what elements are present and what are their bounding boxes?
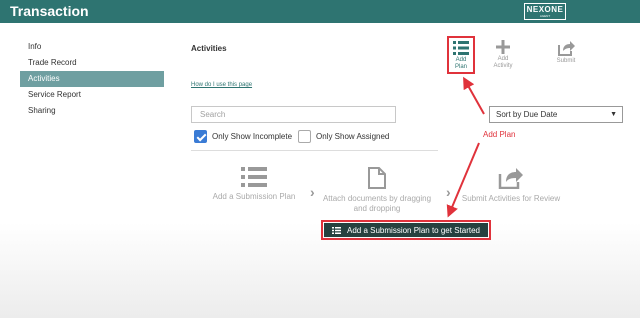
submit-label: Submit (556, 58, 576, 64)
add-submission-plan-button[interactable]: Add a Submission Plan to get Started (324, 223, 488, 237)
top-header: Transaction NEXONE AGENT (0, 0, 640, 23)
logo-main-text: NEXONE (526, 5, 564, 14)
step-submit-activities: Submit Activities for Review (458, 167, 564, 204)
sidebar-item-service-report[interactable]: Service Report (20, 87, 164, 103)
app-title: Transaction (10, 3, 89, 19)
page-title: Activities (191, 44, 227, 53)
sidebar-nav: Info Trade Record Activities Service Rep… (20, 39, 164, 119)
sidebar-item-trade-record[interactable]: Trade Record (20, 55, 164, 71)
list-icon (453, 41, 469, 55)
only-assigned-checkbox[interactable] (298, 130, 311, 143)
cta-label: Add a Submission Plan to get Started (347, 225, 480, 235)
sort-select[interactable]: Sort by Due Date ▼ (489, 106, 623, 123)
share-icon (558, 41, 575, 56)
logo-sub-text: AGENT (539, 14, 551, 18)
add-activity-label-line2: Activity (493, 63, 513, 69)
cta-highlight: Add a Submission Plan to get Started (321, 220, 491, 240)
add-plan-button[interactable]: Add Plan (447, 36, 475, 74)
step-attach-documents: Attach documents by dragging and droppin… (322, 167, 432, 214)
sidebar-item-sharing[interactable]: Sharing (20, 103, 164, 119)
only-assigned-label: Only Show Assigned (316, 132, 390, 141)
step-attach-text-line2: and dropping (353, 204, 401, 213)
search-input[interactable] (191, 106, 396, 123)
chevron-right-icon: › (446, 184, 451, 200)
step-add-plan: Add a Submission Plan (208, 167, 300, 202)
add-plan-label-line2: Plan (454, 64, 467, 70)
chevron-down-icon: ▼ (610, 111, 617, 118)
sort-selected-value: Sort by Due Date (496, 110, 558, 119)
only-incomplete-checkbox[interactable] (194, 130, 207, 143)
section-divider (191, 150, 438, 151)
step-add-plan-text: Add a Submission Plan (212, 192, 296, 201)
step-submit-text: Submit Activities for Review (461, 194, 561, 203)
list-icon (241, 167, 267, 187)
step-attach-text-line1: Attach documents by dragging (322, 194, 432, 203)
add-plan-label-line1: Add (455, 57, 467, 63)
sidebar-item-activities[interactable]: Activities (20, 71, 164, 87)
only-incomplete-label: Only Show Incomplete (212, 132, 293, 141)
list-icon (332, 226, 342, 234)
submit-button[interactable]: Submit (551, 40, 581, 65)
help-link[interactable]: How do I use this page (191, 82, 252, 88)
annotation-label: Add Plan (483, 130, 516, 139)
sidebar-item-info[interactable]: Info (20, 39, 164, 55)
share-icon (498, 168, 523, 189)
add-activity-label-line1: Add (497, 56, 509, 62)
arrow-to-add-plan (463, 76, 485, 115)
chevron-right-icon: › (310, 184, 315, 200)
nexone-logo: NEXONE AGENT (524, 3, 566, 20)
add-activity-button[interactable]: Add Activity (489, 40, 517, 70)
plus-icon (496, 40, 510, 54)
document-icon (368, 167, 386, 189)
